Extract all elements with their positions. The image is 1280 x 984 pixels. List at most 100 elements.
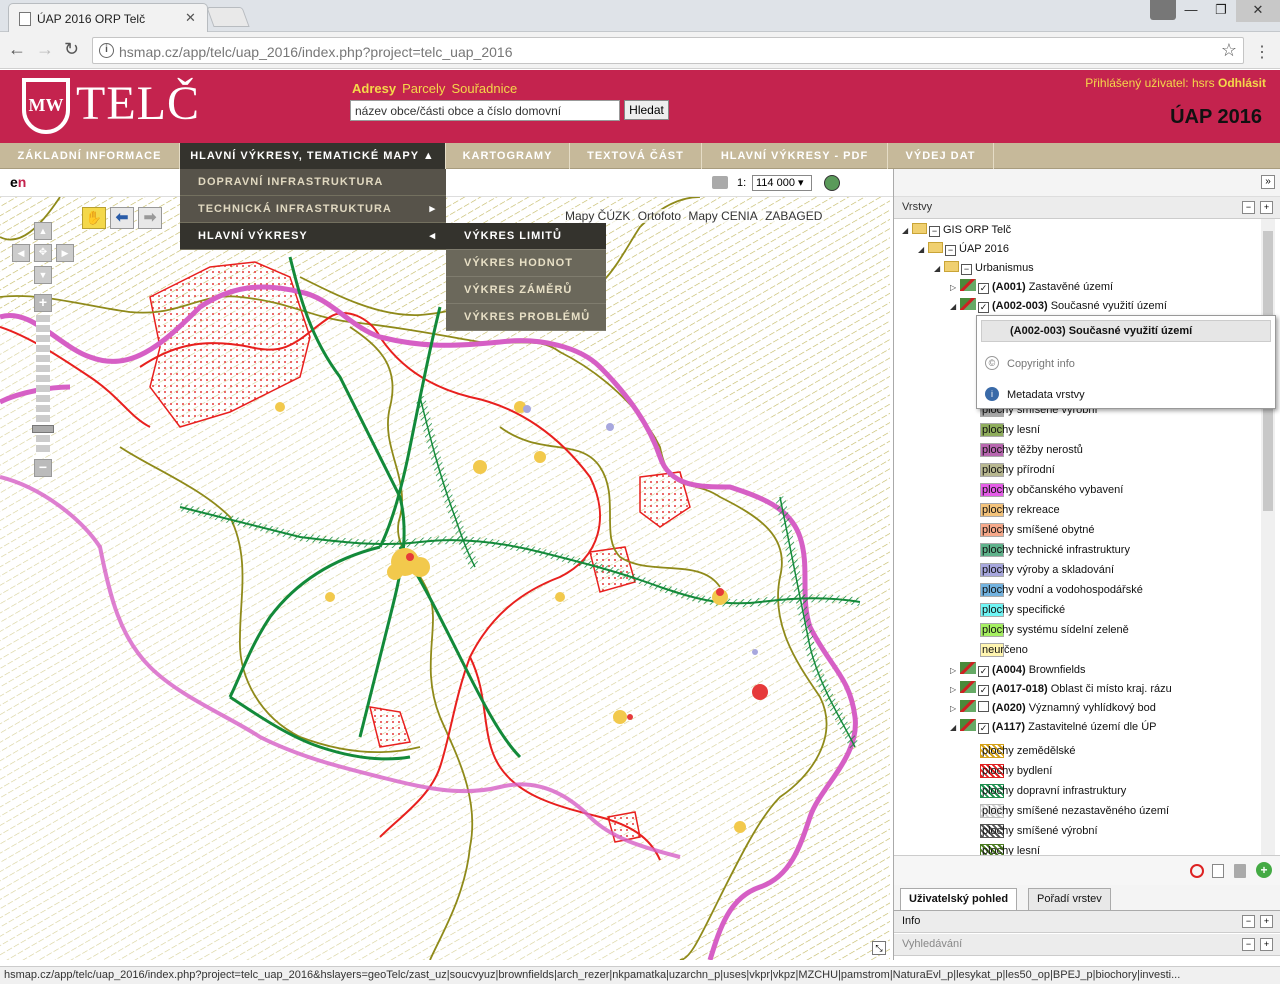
search-minimize-icon[interactable]: − bbox=[1242, 938, 1255, 951]
forward-extent-icon[interactable]: ➡ bbox=[138, 207, 162, 229]
pan-up-icon[interactable]: ▲ bbox=[34, 222, 52, 240]
folder-icon bbox=[944, 261, 959, 272]
layers-panel: » Vrstvy − + ◢ − GIS ORP Telč ◢ − ÚAP 2016 ◢… bbox=[893, 169, 1280, 960]
url-field[interactable]: i hsmap.cz/app/telc/uap_2016/index.php?p… bbox=[92, 37, 1244, 64]
new-tab-button[interactable] bbox=[206, 7, 250, 27]
remove-layer-icon[interactable] bbox=[1190, 864, 1204, 878]
dropdown-technical[interactable]: TECHNICKÁ INFRASTRUKTURA ▸ bbox=[180, 196, 446, 223]
pan-down-icon[interactable]: ▼ bbox=[34, 266, 52, 284]
search-input[interactable]: název obce/části obce a číslo domovní bbox=[350, 100, 620, 121]
pan-left-icon[interactable]: ◀ bbox=[12, 244, 30, 262]
menu-data-release[interactable]: VÝDEJ DAT bbox=[888, 143, 994, 169]
scale-select[interactable]: 114 000 ▾ bbox=[752, 175, 812, 191]
info-icon[interactable]: i bbox=[99, 43, 114, 58]
menu-drawings-pdf[interactable]: HLAVNÍ VÝKRESY - PDF bbox=[702, 143, 888, 169]
search-section[interactable]: Vyhledávání bbox=[894, 934, 1280, 956]
menu-cartograms[interactable]: KARTOGRAMY bbox=[446, 143, 570, 169]
info-minimize-icon[interactable]: − bbox=[1242, 915, 1255, 928]
layer-checkbox[interactable]: ✓ bbox=[978, 283, 989, 294]
layer-checkbox[interactable]: ✓ bbox=[978, 302, 989, 313]
info-section[interactable]: Info bbox=[894, 911, 1280, 933]
submenu-plans[interactable]: VÝKRES ZÁMĚRŮ bbox=[446, 277, 606, 304]
layer-checkbox[interactable]: ✓ bbox=[978, 723, 989, 734]
zoom-in-icon[interactable]: + bbox=[34, 294, 52, 312]
zoom-out-icon[interactable]: − bbox=[34, 459, 52, 477]
map-canvas[interactable]: ✋ ⬅ ➡ Mapy ČÚZK Ortofoto Mapy CENIA ZABA… bbox=[0, 197, 890, 960]
copyright-info-item[interactable]: Copyright info bbox=[1007, 358, 1075, 370]
zoom-slider[interactable] bbox=[36, 315, 50, 455]
menu-basic-info[interactable]: ZÁKLADNÍ INFORMACE bbox=[0, 143, 180, 169]
zoom-slider-handle[interactable] bbox=[32, 425, 54, 433]
tree-node-uap[interactable]: ◢ − ÚAP 2016 bbox=[918, 240, 1009, 259]
metadata-item[interactable]: Metadata vrstvy bbox=[1007, 389, 1085, 401]
tree-node-a020[interactable]: ▷ (A020) Významný vyhlídkový bod bbox=[950, 699, 1156, 718]
basemap-zabaged[interactable]: ZABAGED bbox=[763, 209, 825, 223]
tree-node-a117[interactable]: ◢ ✓ (A117) Zastavitelné území dle ÚP bbox=[950, 718, 1156, 737]
main-drawings-submenu: VÝKRES LIMITŮ VÝKRES HODNOT VÝKRES ZÁMĚR… bbox=[446, 223, 606, 331]
search-tab-addresses[interactable]: Adresy bbox=[352, 81, 396, 96]
partial-checkbox[interactable]: − bbox=[945, 245, 956, 256]
info-expand-icon[interactable]: + bbox=[1260, 915, 1273, 928]
layers-minimize-icon[interactable]: − bbox=[1242, 201, 1255, 214]
basemap-switcher: Mapy ČÚZK Ortofoto Mapy CENIA ZABAGED bbox=[563, 209, 825, 223]
folder-icon bbox=[928, 242, 943, 253]
layer-checkbox[interactable]: ✓ bbox=[978, 685, 989, 696]
browser-tab[interactable]: ÚAP 2016 ORP Telč ✕ bbox=[8, 3, 208, 32]
partial-checkbox[interactable]: − bbox=[961, 264, 972, 275]
partial-checkbox[interactable]: − bbox=[929, 226, 940, 237]
forward-icon[interactable]: → bbox=[36, 39, 54, 60]
submenu-values[interactable]: VÝKRES HODNOT bbox=[446, 250, 606, 277]
search-expand-icon[interactable]: + bbox=[1260, 938, 1273, 951]
tree-node-a004[interactable]: ▷ ✓ (A004) Brownfields bbox=[950, 661, 1086, 680]
city-logo[interactable]: MW bbox=[22, 78, 70, 134]
browser-menu-icon[interactable]: ⋮ bbox=[1254, 42, 1270, 62]
tab-layer-order[interactable]: Pořadí vrstev bbox=[1028, 888, 1111, 910]
globe-icon[interactable] bbox=[824, 175, 840, 191]
layers-expand-icon[interactable]: + bbox=[1260, 201, 1273, 214]
print-icon[interactable] bbox=[712, 176, 728, 189]
menu-main-drawings[interactable]: HLAVNÍ VÝKRESY, TEMATICKÉ MAPY ▲ bbox=[180, 143, 446, 169]
legend-item: plochy specifické bbox=[982, 604, 1066, 616]
tree-node-a001[interactable]: ▷ ✓ (A001) Zastavěné území bbox=[950, 278, 1113, 297]
submenu-limits[interactable]: VÝKRES LIMITŮ bbox=[446, 223, 606, 250]
trash-icon[interactable] bbox=[1234, 864, 1246, 878]
close-tab-icon[interactable]: ✕ bbox=[185, 10, 196, 26]
basemap-cenia[interactable]: Mapy CENIA bbox=[686, 209, 760, 223]
layer-checkbox[interactable]: ✓ bbox=[978, 666, 989, 677]
menu-text-part[interactable]: TEXTOVÁ ČÁST bbox=[570, 143, 702, 169]
legend-item: plochy smíšené nezastavěného území bbox=[982, 805, 1170, 817]
layer-icon bbox=[960, 662, 976, 674]
minimize-icon[interactable]: — bbox=[1176, 0, 1206, 22]
tree-node-gis[interactable]: ◢ − GIS ORP Telč bbox=[902, 221, 1011, 240]
tree-node-a017[interactable]: ▷ ✓ (A017-018) Oblast či místo kraj. rázu bbox=[950, 680, 1172, 699]
search-button[interactable]: Hledat bbox=[624, 100, 669, 120]
logout-link[interactable]: Odhlásit bbox=[1218, 76, 1266, 90]
dropdown-transport[interactable]: DOPRAVNÍ INFRASTRUKTURA bbox=[180, 169, 446, 196]
basemap-ortofoto[interactable]: Ortofoto bbox=[635, 209, 684, 223]
reload-icon[interactable]: ↻ bbox=[64, 39, 79, 60]
add-layer-icon[interactable]: + bbox=[1256, 862, 1272, 878]
pan-right-icon[interactable]: ▶ bbox=[56, 244, 74, 262]
pan-center-icon[interactable]: ✥ bbox=[34, 244, 52, 262]
bookmark-star-icon[interactable]: ☆ bbox=[1221, 40, 1237, 61]
tab-user-view[interactable]: Uživatelský pohled bbox=[900, 888, 1018, 910]
close-window-icon[interactable]: ✕ bbox=[1236, 0, 1280, 22]
back-icon[interactable]: ← bbox=[8, 39, 26, 60]
tree-node-urbanismus[interactable]: ◢ − Urbanismus bbox=[934, 259, 1034, 278]
collapse-panel-icon[interactable]: » bbox=[1261, 175, 1275, 189]
search-tab-coordinates[interactable]: Souřadnice bbox=[451, 81, 517, 96]
back-extent-icon[interactable]: ⬅ bbox=[110, 207, 134, 229]
dropdown-main-drawings[interactable]: HLAVNÍ VÝKRESY ◂ bbox=[180, 223, 446, 250]
maximize-icon[interactable]: ❐ bbox=[1206, 0, 1236, 22]
legend-item: plochy dopravní infrastruktury bbox=[982, 785, 1127, 797]
legend-item: plochy technické infrastruktury bbox=[982, 544, 1130, 556]
profile-icon[interactable] bbox=[1150, 0, 1176, 20]
tree-node-a002[interactable]: ◢ ✓ (A002-003) Současné využití území bbox=[950, 297, 1167, 316]
pan-tool-icon[interactable]: ✋ bbox=[82, 207, 106, 229]
search-tab-parcels[interactable]: Parcely bbox=[402, 81, 445, 96]
document-icon[interactable] bbox=[1212, 864, 1224, 878]
basemap-cuzk[interactable]: Mapy ČÚZK bbox=[563, 209, 633, 223]
layer-checkbox[interactable] bbox=[978, 701, 989, 712]
resize-corner-icon[interactable]: ⤡ bbox=[872, 941, 886, 955]
submenu-problems[interactable]: VÝKRES PROBLÉMŮ bbox=[446, 304, 606, 331]
